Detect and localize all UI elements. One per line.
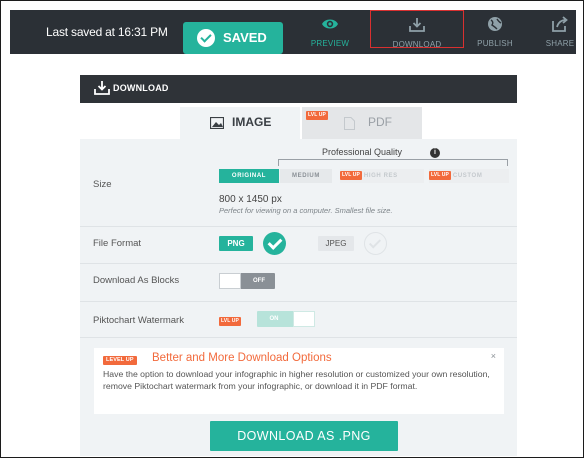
watermark-toggle[interactable]: ON [257, 311, 315, 327]
last-saved-text: Last saved at 16:31 PM [46, 25, 168, 39]
check-circle-icon [197, 29, 215, 47]
download-label: DOWNLOAD [392, 40, 442, 49]
level-up-badge: LEVEL UP [103, 356, 137, 365]
size-option-high-res[interactable]: LVL UP HIGH RES [340, 169, 424, 183]
panel-title: DOWNLOAD [113, 83, 169, 93]
download-as-blocks-label: Download As Blocks [93, 275, 180, 286]
download-icon [94, 81, 110, 95]
file-format-label: File Format [93, 238, 142, 249]
image-icon [210, 117, 224, 129]
close-icon[interactable]: × [491, 351, 496, 361]
size-dimensions: 800 x 1450 px [219, 194, 282, 205]
promo-title[interactable]: Better and More Download Options [152, 352, 332, 364]
upgrade-promo-box: LEVEL UP Better and More Download Option… [94, 348, 504, 414]
size-label: Size [93, 179, 112, 190]
divider [80, 263, 517, 264]
download-as-png-button[interactable]: DOWNLOAD AS .PNG [210, 421, 398, 451]
watermark-label: Piktochart Watermark [93, 315, 184, 326]
publish-label: PUBLISH [477, 39, 513, 48]
globe-icon [488, 17, 502, 31]
level-up-badge: LVL UP [340, 171, 362, 180]
check-circle-icon[interactable] [364, 232, 387, 255]
saved-label: SAVED [223, 30, 267, 45]
level-up-badge: LVL UP [306, 111, 328, 120]
pdf-file-icon [344, 117, 355, 130]
promo-text: Have the option to download your infogra… [103, 369, 490, 391]
share-button[interactable]: SHARE [535, 10, 584, 54]
info-icon[interactable]: i [430, 148, 440, 158]
tab-image-label: IMAGE [232, 115, 272, 129]
professional-quality-label: Professional Quality [322, 147, 403, 157]
preview-label: PREVIEW [310, 39, 350, 48]
tab-pdf-label: PDF [368, 115, 392, 129]
publish-button[interactable]: PUBLISH [470, 10, 520, 54]
saved-button[interactable]: SAVED [183, 22, 283, 54]
level-up-badge: LVL UP [219, 317, 241, 326]
share-label: SHARE [545, 39, 575, 48]
tab-pdf[interactable]: LVL UP PDF [302, 107, 422, 139]
high-res-label: HIGH RES [363, 173, 398, 179]
format-option-jpeg[interactable]: JPEG [318, 236, 354, 251]
download-panel-header: DOWNLOAD [80, 75, 517, 103]
size-option-original[interactable]: ORIGINAL [219, 169, 279, 183]
download-icon [409, 18, 425, 32]
divider [80, 337, 517, 338]
size-note: Perfect for viewing on a computer. Small… [219, 206, 393, 215]
divider [80, 226, 517, 227]
toggle-state: ON [269, 316, 279, 322]
share-icon [552, 16, 568, 32]
divider [80, 301, 517, 302]
toggle-state: OFF [253, 278, 265, 284]
size-option-custom[interactable]: LVL UP CUSTOM [429, 169, 509, 183]
eye-icon [322, 19, 338, 29]
download-options-body: Size Professional Quality i ORIGINAL MED… [80, 139, 517, 456]
quality-bracket [278, 159, 508, 166]
custom-label: CUSTOM [452, 173, 483, 179]
check-circle-icon[interactable] [263, 232, 286, 255]
tab-image[interactable]: IMAGE [180, 107, 300, 139]
top-toolbar: Last saved at 16:31 PM SAVED PREVIEW DOW… [10, 10, 576, 54]
format-option-png[interactable]: PNG [219, 236, 253, 251]
toggle-knob [219, 273, 241, 289]
size-option-medium[interactable]: MEDIUM [280, 169, 332, 183]
toggle-knob [293, 311, 315, 327]
download-as-blocks-toggle[interactable]: OFF [219, 273, 275, 289]
level-up-badge: LVL UP [429, 171, 451, 180]
preview-button[interactable]: PREVIEW [300, 10, 360, 54]
download-button[interactable]: DOWNLOAD [370, 10, 464, 49]
